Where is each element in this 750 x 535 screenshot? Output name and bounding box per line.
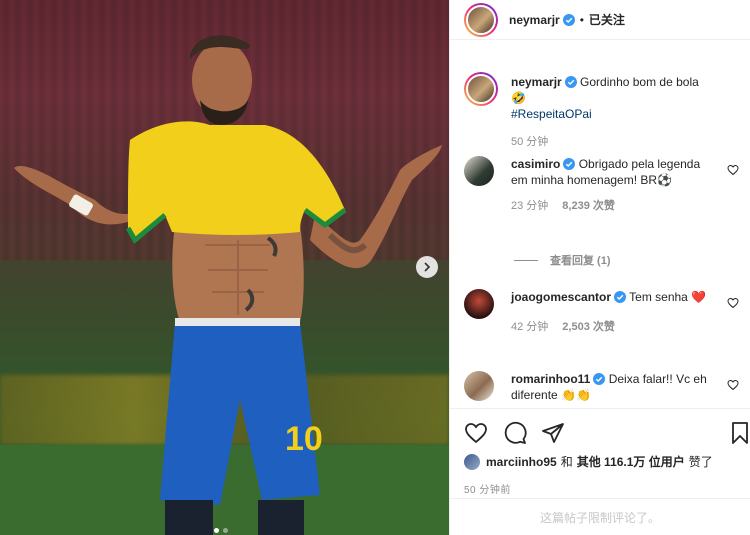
comment-like-heart-icon[interactable]: [727, 297, 739, 309]
comments-list[interactable]: neymarjr Gordinho bom de bola 🤣 #Respeit…: [450, 58, 750, 406]
commenter-avatar[interactable]: [464, 371, 494, 401]
comment-likes[interactable]: 8,239 次赞: [562, 198, 615, 214]
commenter-username[interactable]: joaogomescantor: [511, 290, 611, 304]
comment-likes[interactable]: 2,503 次赞: [562, 319, 615, 335]
replies-divider: [514, 259, 538, 261]
caption-row: neymarjr Gordinho bom de bola 🤣 #Respeit…: [464, 72, 739, 150]
comment-text: Tem senha ❤️: [629, 290, 707, 304]
comment-time[interactable]: 23 分钟: [511, 198, 548, 214]
commenter-username[interactable]: casimiro: [511, 157, 560, 171]
player-illustration: 10: [14, 35, 442, 535]
verified-badge-icon: [614, 291, 627, 303]
bookmark-icon[interactable]: [728, 421, 750, 445]
commenter-username[interactable]: romarinhoo11: [511, 372, 590, 386]
caption-hashtag[interactable]: #RespeitaOPai: [511, 106, 711, 122]
comment-like-heart-icon[interactable]: [727, 164, 739, 176]
post-timestamp[interactable]: 50 分钟前: [464, 481, 511, 496]
carousel-indicator: [214, 528, 228, 533]
verified-badge-icon: [593, 373, 606, 385]
comments-limited-notice: 这篇帖子限制评论了。: [450, 498, 750, 535]
carousel-dot: [214, 528, 219, 533]
view-replies-button[interactable]: 查看回复 (1): [514, 252, 611, 268]
verified-badge-icon: [562, 13, 575, 26]
commenter-avatar[interactable]: [464, 156, 494, 186]
post-header: neymarjr • 已关注: [450, 0, 750, 40]
liker-avatar[interactable]: [464, 453, 480, 470]
chevron-right-icon: [424, 262, 431, 272]
post-side-panel: neymarjr • 已关注 neymarjr Gordinho bom de …: [449, 0, 750, 535]
verified-badge-icon: [563, 158, 576, 170]
header-separator: •: [579, 12, 584, 27]
svg-text:10: 10: [285, 420, 323, 458]
liked-by-suffix: 赞了: [688, 455, 713, 469]
first-liker-username[interactable]: marciinho95: [486, 455, 557, 469]
paper-plane-icon[interactable]: [541, 421, 565, 445]
caption-time[interactable]: 50 分钟: [511, 134, 548, 150]
carousel-dot: [223, 528, 228, 533]
author-avatar[interactable]: [464, 72, 498, 106]
following-button[interactable]: 已关注: [589, 11, 625, 28]
author-username[interactable]: neymarjr: [509, 13, 560, 27]
post-photo[interactable]: 10: [0, 0, 449, 535]
other-likers-count[interactable]: 其他 116.1万 位用户: [577, 453, 685, 470]
comment-item: romarinhoo11 Deixa falar!! Vc eh diferen…: [464, 371, 739, 403]
comment-item: casimiro Obrigado pela legenda em minha …: [464, 156, 739, 214]
heart-icon[interactable]: [464, 421, 488, 445]
view-replies-label[interactable]: 查看回复 (1): [550, 252, 611, 268]
caption-username[interactable]: neymarjr: [511, 75, 562, 89]
comment-icon[interactable]: [503, 421, 527, 445]
verified-badge-icon: [564, 76, 577, 88]
next-slide-button[interactable]: [416, 256, 438, 278]
commenter-avatar[interactable]: [464, 289, 494, 319]
comment-time[interactable]: 42 分钟: [511, 319, 548, 335]
action-bar: [450, 408, 750, 456]
comment-like-heart-icon[interactable]: [727, 379, 739, 391]
liked-by-summary: marciinho95 和 其他 116.1万 位用户 赞了: [464, 453, 713, 470]
comment-item: joaogomescantor Tem senha ❤️ 42 分钟 2,503…: [464, 289, 739, 335]
author-avatar[interactable]: [464, 2, 498, 37]
liked-by-and: 和: [560, 455, 573, 469]
